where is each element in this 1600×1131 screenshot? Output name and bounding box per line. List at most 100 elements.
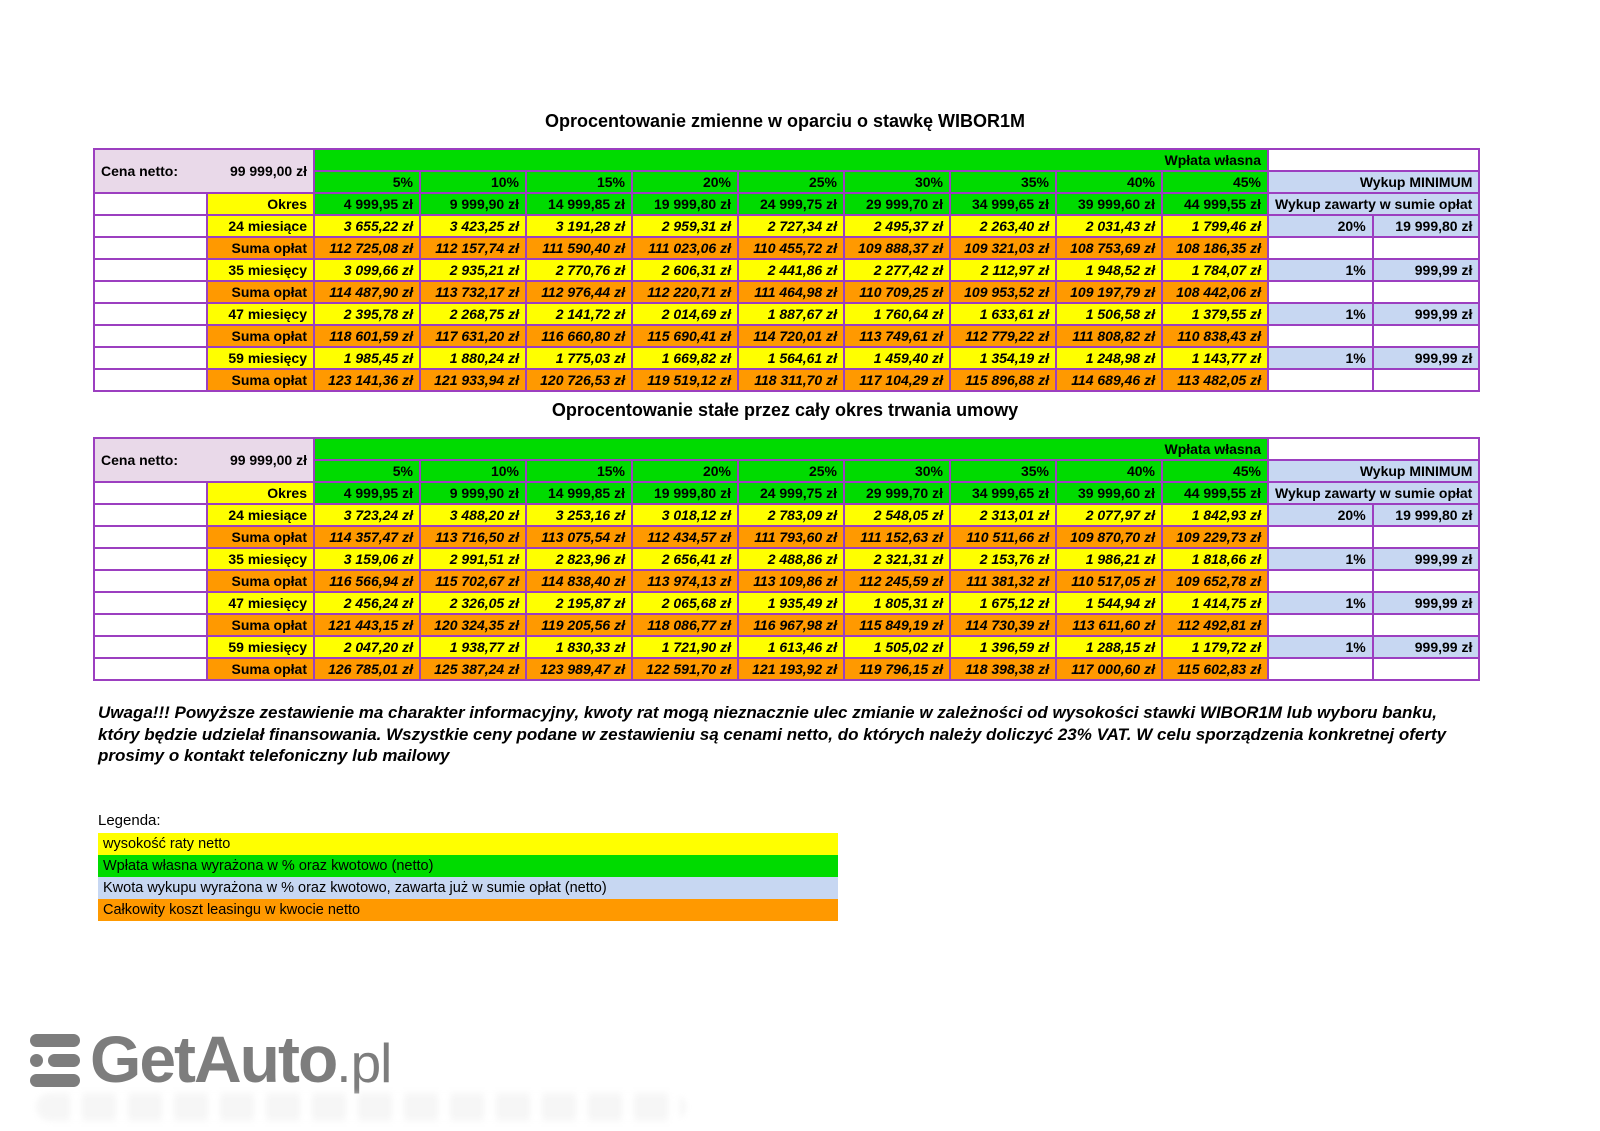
- rata-value-cell: 1 938,77 zł: [420, 636, 526, 658]
- wykup-subheader: Wykup zawarty w sumie opłat: [1268, 482, 1479, 504]
- rata-value-cell: 1 143,77 zł: [1162, 347, 1268, 369]
- okres-value-cell: 29 999,70 zł: [844, 193, 950, 215]
- okres-value-cell: 34 999,65 zł: [950, 193, 1056, 215]
- okres-value-cell: 19 999,80 zł: [632, 482, 738, 504]
- suma-value-cell: 126 785,01 zł: [314, 658, 420, 680]
- spacer-cell: [94, 347, 207, 369]
- suma-value-cell: 114 838,40 zł: [526, 570, 632, 592]
- wykup-amount-cell: 999,99 zł: [1373, 347, 1480, 369]
- suma-value-cell: 109 652,78 zł: [1162, 570, 1268, 592]
- logo-name: GetAuto: [90, 1028, 336, 1091]
- wykup-percent-cell: 20%: [1268, 215, 1373, 237]
- rata-value-cell: 2 488,86 zł: [738, 548, 844, 570]
- suma-value-cell: 109 197,79 zł: [1056, 281, 1162, 303]
- wykup-minimum-header: Wykup MINIMUM: [1268, 171, 1479, 193]
- suma-value-cell: 108 186,35 zł: [1162, 237, 1268, 259]
- empty-wykup-cell: [1268, 281, 1373, 303]
- row-label: 59 miesięcy: [207, 347, 314, 369]
- empty-wykup-cell: [1373, 325, 1480, 347]
- spacer-cell: [94, 325, 207, 347]
- rata-value-cell: 2 395,78 zł: [314, 303, 420, 325]
- spacer-cell: [94, 570, 207, 592]
- legend-item: wysokość raty netto: [98, 833, 838, 855]
- suma-value-cell: 125 387,24 zł: [420, 658, 526, 680]
- rata-value-cell: 1 760,64 zł: [844, 303, 950, 325]
- percent-header-cell: 40%: [1056, 171, 1162, 193]
- rata-value-cell: 1 459,40 zł: [844, 347, 950, 369]
- rata-value-cell: 3 423,25 zł: [420, 215, 526, 237]
- percent-header-cell: 20%: [632, 171, 738, 193]
- suma-value-cell: 114 720,01 zł: [738, 325, 844, 347]
- suma-value-cell: 123 989,47 zł: [526, 658, 632, 680]
- suma-value-cell: 114 689,46 zł: [1056, 369, 1162, 391]
- rata-value-cell: 1 675,12 zł: [950, 592, 1056, 614]
- suma-value-cell: 116 660,80 zł: [526, 325, 632, 347]
- wykup-amount-cell: 19 999,80 zł: [1373, 504, 1480, 526]
- legend-item: Wpłata własna wyrażona w % oraz kwotowo …: [98, 855, 838, 877]
- rata-value-cell: 2 263,40 zł: [950, 215, 1056, 237]
- suma-value-cell: 110 455,72 zł: [738, 237, 844, 259]
- suma-value-cell: 116 967,98 zł: [738, 614, 844, 636]
- logo-text: GetAuto.pl: [90, 1028, 391, 1095]
- wykup-percent-cell: 20%: [1268, 504, 1373, 526]
- suma-value-cell: 117 000,60 zł: [1056, 658, 1162, 680]
- percent-header-cell: 5%: [314, 171, 420, 193]
- suma-value-cell: 109 870,70 zł: [1056, 526, 1162, 548]
- wplata-wlasna-header: Wpłata własna: [314, 438, 1268, 460]
- spacer-cell: [94, 526, 207, 548]
- okres-value-cell: 19 999,80 zł: [632, 193, 738, 215]
- table-variable-container: Cena netto:99 999,00 złWpłata własna5%10…: [93, 148, 1480, 392]
- suma-value-cell: 111 152,63 zł: [844, 526, 950, 548]
- rata-value-cell: 3 191,28 zł: [526, 215, 632, 237]
- rata-value-cell: 2 321,31 zł: [844, 548, 950, 570]
- okres-value-cell: 39 999,60 zł: [1056, 482, 1162, 504]
- suma-value-cell: 118 311,70 zł: [738, 369, 844, 391]
- spacer-cell: [94, 636, 207, 658]
- suma-value-cell: 113 974,13 zł: [632, 570, 738, 592]
- empty-wykup-cell: [1268, 658, 1373, 680]
- rata-value-cell: 3 099,66 zł: [314, 259, 420, 281]
- rata-value-cell: 2 153,76 zł: [950, 548, 1056, 570]
- rate-table-fixed: Cena netto:99 999,00 złWpłata własna5%10…: [93, 437, 1480, 681]
- spacer-cell: [94, 614, 207, 636]
- spacer-cell: [94, 482, 207, 504]
- suma-value-cell: 110 511,66 zł: [950, 526, 1056, 548]
- okres-value-cell: 9 999,90 zł: [420, 482, 526, 504]
- suma-value-cell: 108 442,06 zł: [1162, 281, 1268, 303]
- suma-value-cell: 111 381,32 zł: [950, 570, 1056, 592]
- suma-value-cell: 118 601,59 zł: [314, 325, 420, 347]
- table-fixed-title: Oprocentowanie stałe przez cały okres tr…: [93, 400, 1477, 421]
- suma-value-cell: 112 779,22 zł: [950, 325, 1056, 347]
- suma-value-cell: 120 324,35 zł: [420, 614, 526, 636]
- row-label: 24 miesiące: [207, 215, 314, 237]
- spacer-cell: [94, 369, 207, 391]
- row-label: Suma opłat: [207, 325, 314, 347]
- suma-value-cell: 111 023,06 zł: [632, 237, 738, 259]
- empty-wykup-cell: [1373, 281, 1480, 303]
- suma-value-cell: 121 443,15 zł: [314, 614, 420, 636]
- rata-value-cell: 1 354,19 zł: [950, 347, 1056, 369]
- empty-corner-cell: [1268, 149, 1479, 171]
- wykup-amount-cell: 999,99 zł: [1373, 548, 1480, 570]
- spacer-cell: [94, 592, 207, 614]
- empty-wykup-cell: [1268, 570, 1373, 592]
- empty-wykup-cell: [1373, 570, 1480, 592]
- rata-value-cell: 2 656,41 zł: [632, 548, 738, 570]
- rata-value-cell: 2 313,01 zł: [950, 504, 1056, 526]
- rata-value-cell: 3 723,24 zł: [314, 504, 420, 526]
- wykup-percent-cell: 1%: [1268, 347, 1373, 369]
- rata-value-cell: 1 775,03 zł: [526, 347, 632, 369]
- wykup-percent-cell: 1%: [1268, 259, 1373, 281]
- rata-value-cell: 1 805,31 zł: [844, 592, 950, 614]
- empty-wykup-cell: [1373, 526, 1480, 548]
- wykup-percent-cell: 1%: [1268, 303, 1373, 325]
- rata-value-cell: 1 935,49 zł: [738, 592, 844, 614]
- suma-value-cell: 110 517,05 zł: [1056, 570, 1162, 592]
- spacer-cell: [94, 237, 207, 259]
- rata-value-cell: 2 935,21 zł: [420, 259, 526, 281]
- okres-value-cell: 9 999,90 zł: [420, 193, 526, 215]
- rata-value-cell: 2 268,75 zł: [420, 303, 526, 325]
- suma-value-cell: 110 838,43 zł: [1162, 325, 1268, 347]
- cena-netto-label: Cena netto:: [101, 453, 178, 467]
- wykup-percent-cell: 1%: [1268, 592, 1373, 614]
